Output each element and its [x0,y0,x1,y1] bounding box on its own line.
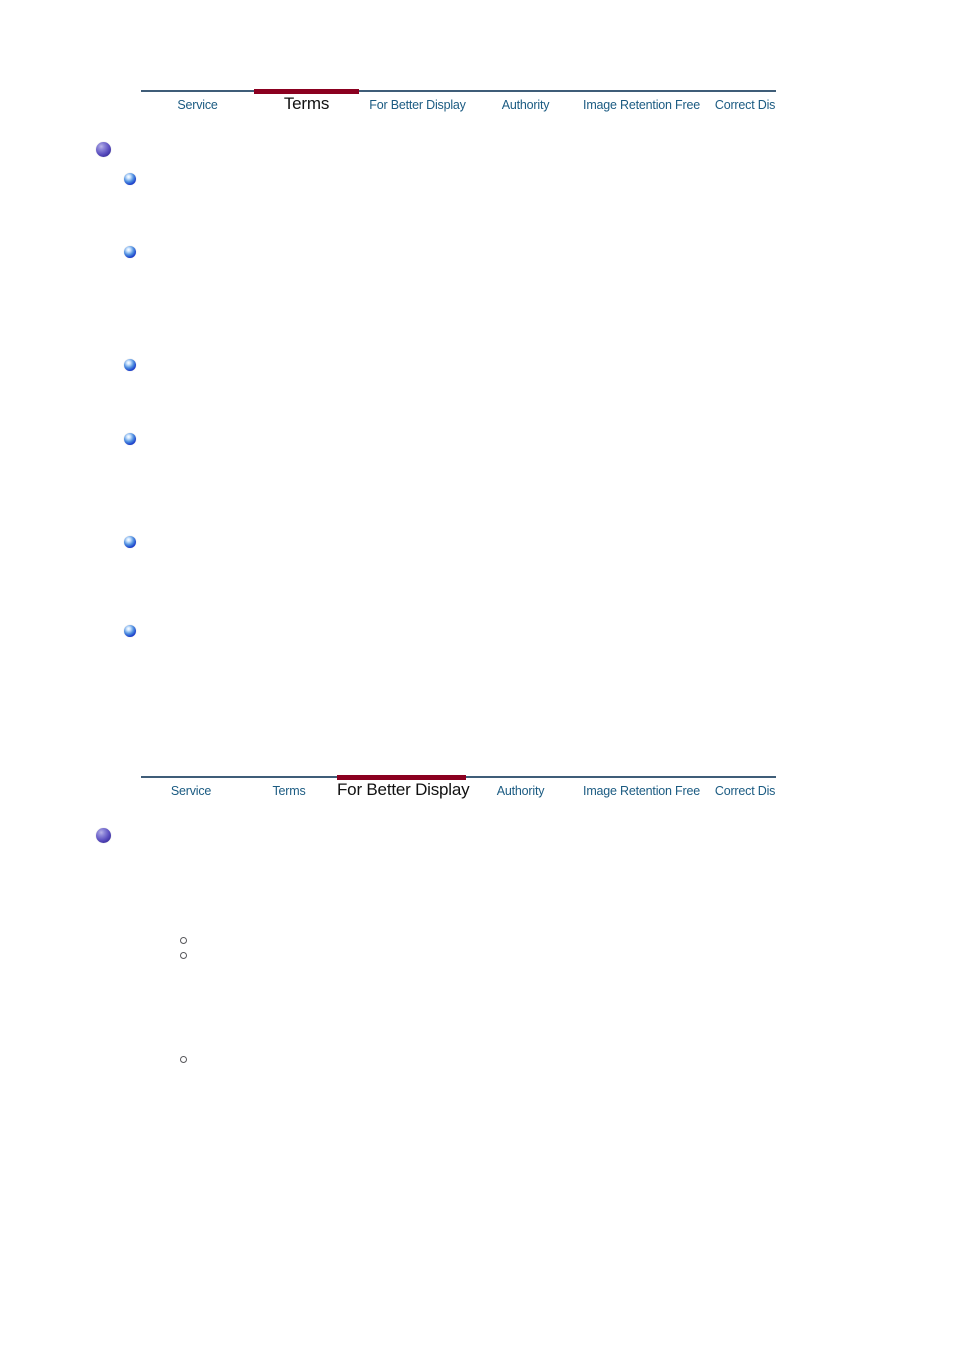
list-bullet-level1 [96,828,111,843]
list-bullet-level2 [124,359,136,371]
tabbar-terms: Service Terms For Better Display Authori… [141,88,776,128]
list-bullet-level3 [180,1056,187,1063]
page-canvas: Service Terms For Better Display Authori… [0,0,954,1351]
list-bullet-level2 [124,173,136,185]
content-clip-column: Service Terms For Better Display Authori… [0,0,776,1351]
tab-authority[interactable]: Authority [466,782,575,800]
tab-for-better-display[interactable]: For Better Display [337,780,470,800]
tabbar-rule [141,90,776,92]
tab-list: Service Terms For Better Display Authori… [141,780,776,800]
list-bullet-level2 [124,625,136,637]
list-bullet-level3 [180,937,187,944]
tabbar-for-better-display: Service Terms For Better Display Authori… [141,774,776,814]
list-bullet-level2 [124,246,136,258]
tab-correct-disposal[interactable]: Correct Disposal [708,782,776,800]
tab-service[interactable]: Service [141,782,241,800]
tab-for-better-display[interactable]: For Better Display [359,96,476,114]
tab-terms[interactable]: Terms [241,782,337,800]
tab-service[interactable]: Service [141,96,254,114]
list-bullet-level3 [180,952,187,959]
list-bullet-level1 [96,142,111,157]
tab-image-retention-free[interactable]: Image Retention Free [575,782,708,800]
tab-image-retention-free[interactable]: Image Retention Free [575,96,708,114]
tab-list: Service Terms For Better Display Authori… [141,94,776,114]
list-bullet-level2 [124,536,136,548]
list-bullet-level2 [124,433,136,445]
tab-correct-disposal[interactable]: Correct Disposal [708,96,776,114]
tab-terms[interactable]: Terms [254,94,359,114]
tab-authority[interactable]: Authority [476,96,575,114]
